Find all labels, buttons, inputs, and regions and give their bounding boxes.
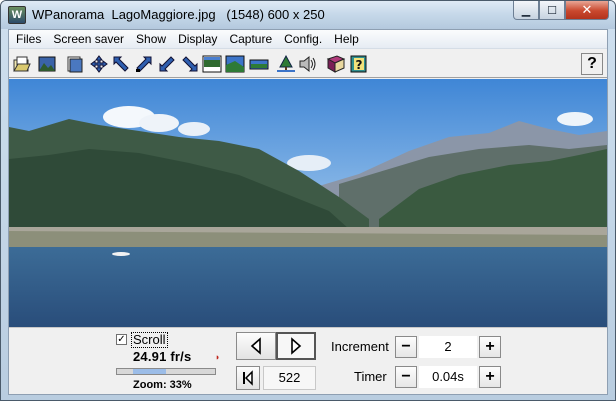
increment-label: Increment [331, 339, 389, 354]
arrow-left-icon [250, 337, 261, 355]
sound-button[interactable] [297, 53, 319, 75]
help-book-button[interactable]: ? [348, 53, 370, 75]
menu-config[interactable]: Config. [278, 30, 328, 49]
scroll-right-down-icon [182, 56, 198, 72]
svg-text:?: ? [356, 58, 363, 72]
maximize-icon: ☐ [547, 4, 557, 17]
menu-files[interactable]: Files [10, 30, 47, 49]
increment-decrease-button[interactable]: − [395, 336, 417, 358]
check-icon: ✓ [117, 334, 126, 345]
scroll-checkbox[interactable]: ✓ [116, 334, 127, 345]
book-icon [326, 55, 346, 73]
plus-icon: + [485, 368, 495, 385]
zoom-label: Zoom: 33% [133, 379, 192, 391]
timer-label: Timer [354, 369, 387, 384]
menu-capture[interactable]: Capture [223, 30, 278, 49]
scroll-left-button[interactable] [236, 332, 276, 360]
minus-icon: − [401, 338, 411, 355]
scroll-right-down-button[interactable] [179, 53, 201, 75]
move-button[interactable] [88, 53, 110, 75]
zoom-slider-thumb[interactable] [133, 369, 166, 374]
open-file-button[interactable] [11, 53, 33, 75]
image-strip-button[interactable] [201, 53, 223, 75]
window-title: WPanorama LagoMaggiore.jpg (1548) 600 x … [32, 7, 325, 22]
scroll-label[interactable]: Scroll [131, 332, 168, 348]
tree-icon [277, 55, 295, 72]
question-mark-icon: ? [587, 55, 597, 72]
scroll-right-up-button[interactable] [133, 53, 155, 75]
timer-value-field[interactable]: 0.04s [419, 366, 477, 388]
increment-value-field[interactable]: 2 [419, 336, 477, 358]
frame-rate-indicator-icon: ◗ [215, 352, 221, 362]
landscape-button[interactable] [224, 53, 246, 75]
help-button[interactable]: ? [581, 53, 603, 75]
app-icon[interactable]: W [8, 6, 26, 24]
scroll-left-up-button[interactable] [110, 53, 132, 75]
open-file-icon [13, 56, 31, 72]
close-button[interactable]: ✕ [565, 1, 609, 20]
scroll-left-down-button[interactable] [156, 53, 178, 75]
control-panel: ✓ Scroll 24.91 fr/s ◗ Zoom: 33% 522 Incr… [9, 327, 607, 394]
fit-page-icon [67, 56, 83, 73]
app-window: W WPanorama LagoMaggiore.jpg (1548) 600 … [0, 0, 616, 401]
title-bar[interactable]: W WPanorama LagoMaggiore.jpg (1548) 600 … [1, 1, 615, 29]
landscape-icon [225, 55, 245, 73]
image-strip-icon [202, 55, 222, 73]
help-book-icon: ? [350, 55, 367, 73]
picture-icon [38, 56, 56, 72]
narrow-landscape-button[interactable] [248, 53, 270, 75]
menu-screen-saver[interactable]: Screen saver [47, 30, 130, 49]
toolbar: ? ? [9, 50, 607, 78]
first-frame-button[interactable] [236, 366, 260, 390]
close-icon: ✕ [581, 2, 593, 17]
frame-rate-readout: 24.91 fr/s [133, 349, 192, 364]
scroll-left-up-icon [113, 56, 129, 72]
plus-icon: + [485, 338, 495, 355]
client-area: Files Screen saver Show Display Capture … [8, 29, 608, 395]
zoom-slider[interactable] [116, 368, 216, 375]
menu-show[interactable]: Show [130, 30, 172, 49]
scroll-right-up-icon [136, 56, 152, 72]
menu-help[interactable]: Help [328, 30, 365, 49]
arrow-right-icon [291, 337, 302, 355]
minimize-button[interactable]: ▁ [513, 1, 539, 20]
maximize-button[interactable]: ☐ [539, 1, 565, 20]
skip-to-start-icon [243, 370, 253, 386]
panorama-viewport[interactable] [9, 79, 607, 327]
scroll-right-button[interactable] [276, 332, 316, 360]
frame-number-display: 522 [263, 366, 316, 390]
menu-bar: Files Screen saver Show Display Capture … [9, 30, 607, 49]
move-arrows-icon [90, 55, 108, 73]
increment-increase-button[interactable]: + [479, 336, 501, 358]
timer-increase-button[interactable]: + [479, 366, 501, 388]
tree-button[interactable] [275, 53, 297, 75]
timer-decrease-button[interactable]: − [395, 366, 417, 388]
book-button[interactable] [325, 53, 347, 75]
fit-page-button[interactable] [64, 53, 86, 75]
menu-display[interactable]: Display [172, 30, 223, 49]
speaker-icon [299, 55, 316, 73]
panorama-image [9, 79, 607, 327]
narrow-landscape-icon [249, 59, 269, 70]
caption-buttons: ▁ ☐ ✕ [513, 1, 609, 21]
picture-button[interactable] [36, 53, 58, 75]
scroll-left-down-icon [159, 56, 175, 72]
minus-icon: − [401, 368, 411, 385]
minimize-icon: ▁ [521, 4, 531, 17]
